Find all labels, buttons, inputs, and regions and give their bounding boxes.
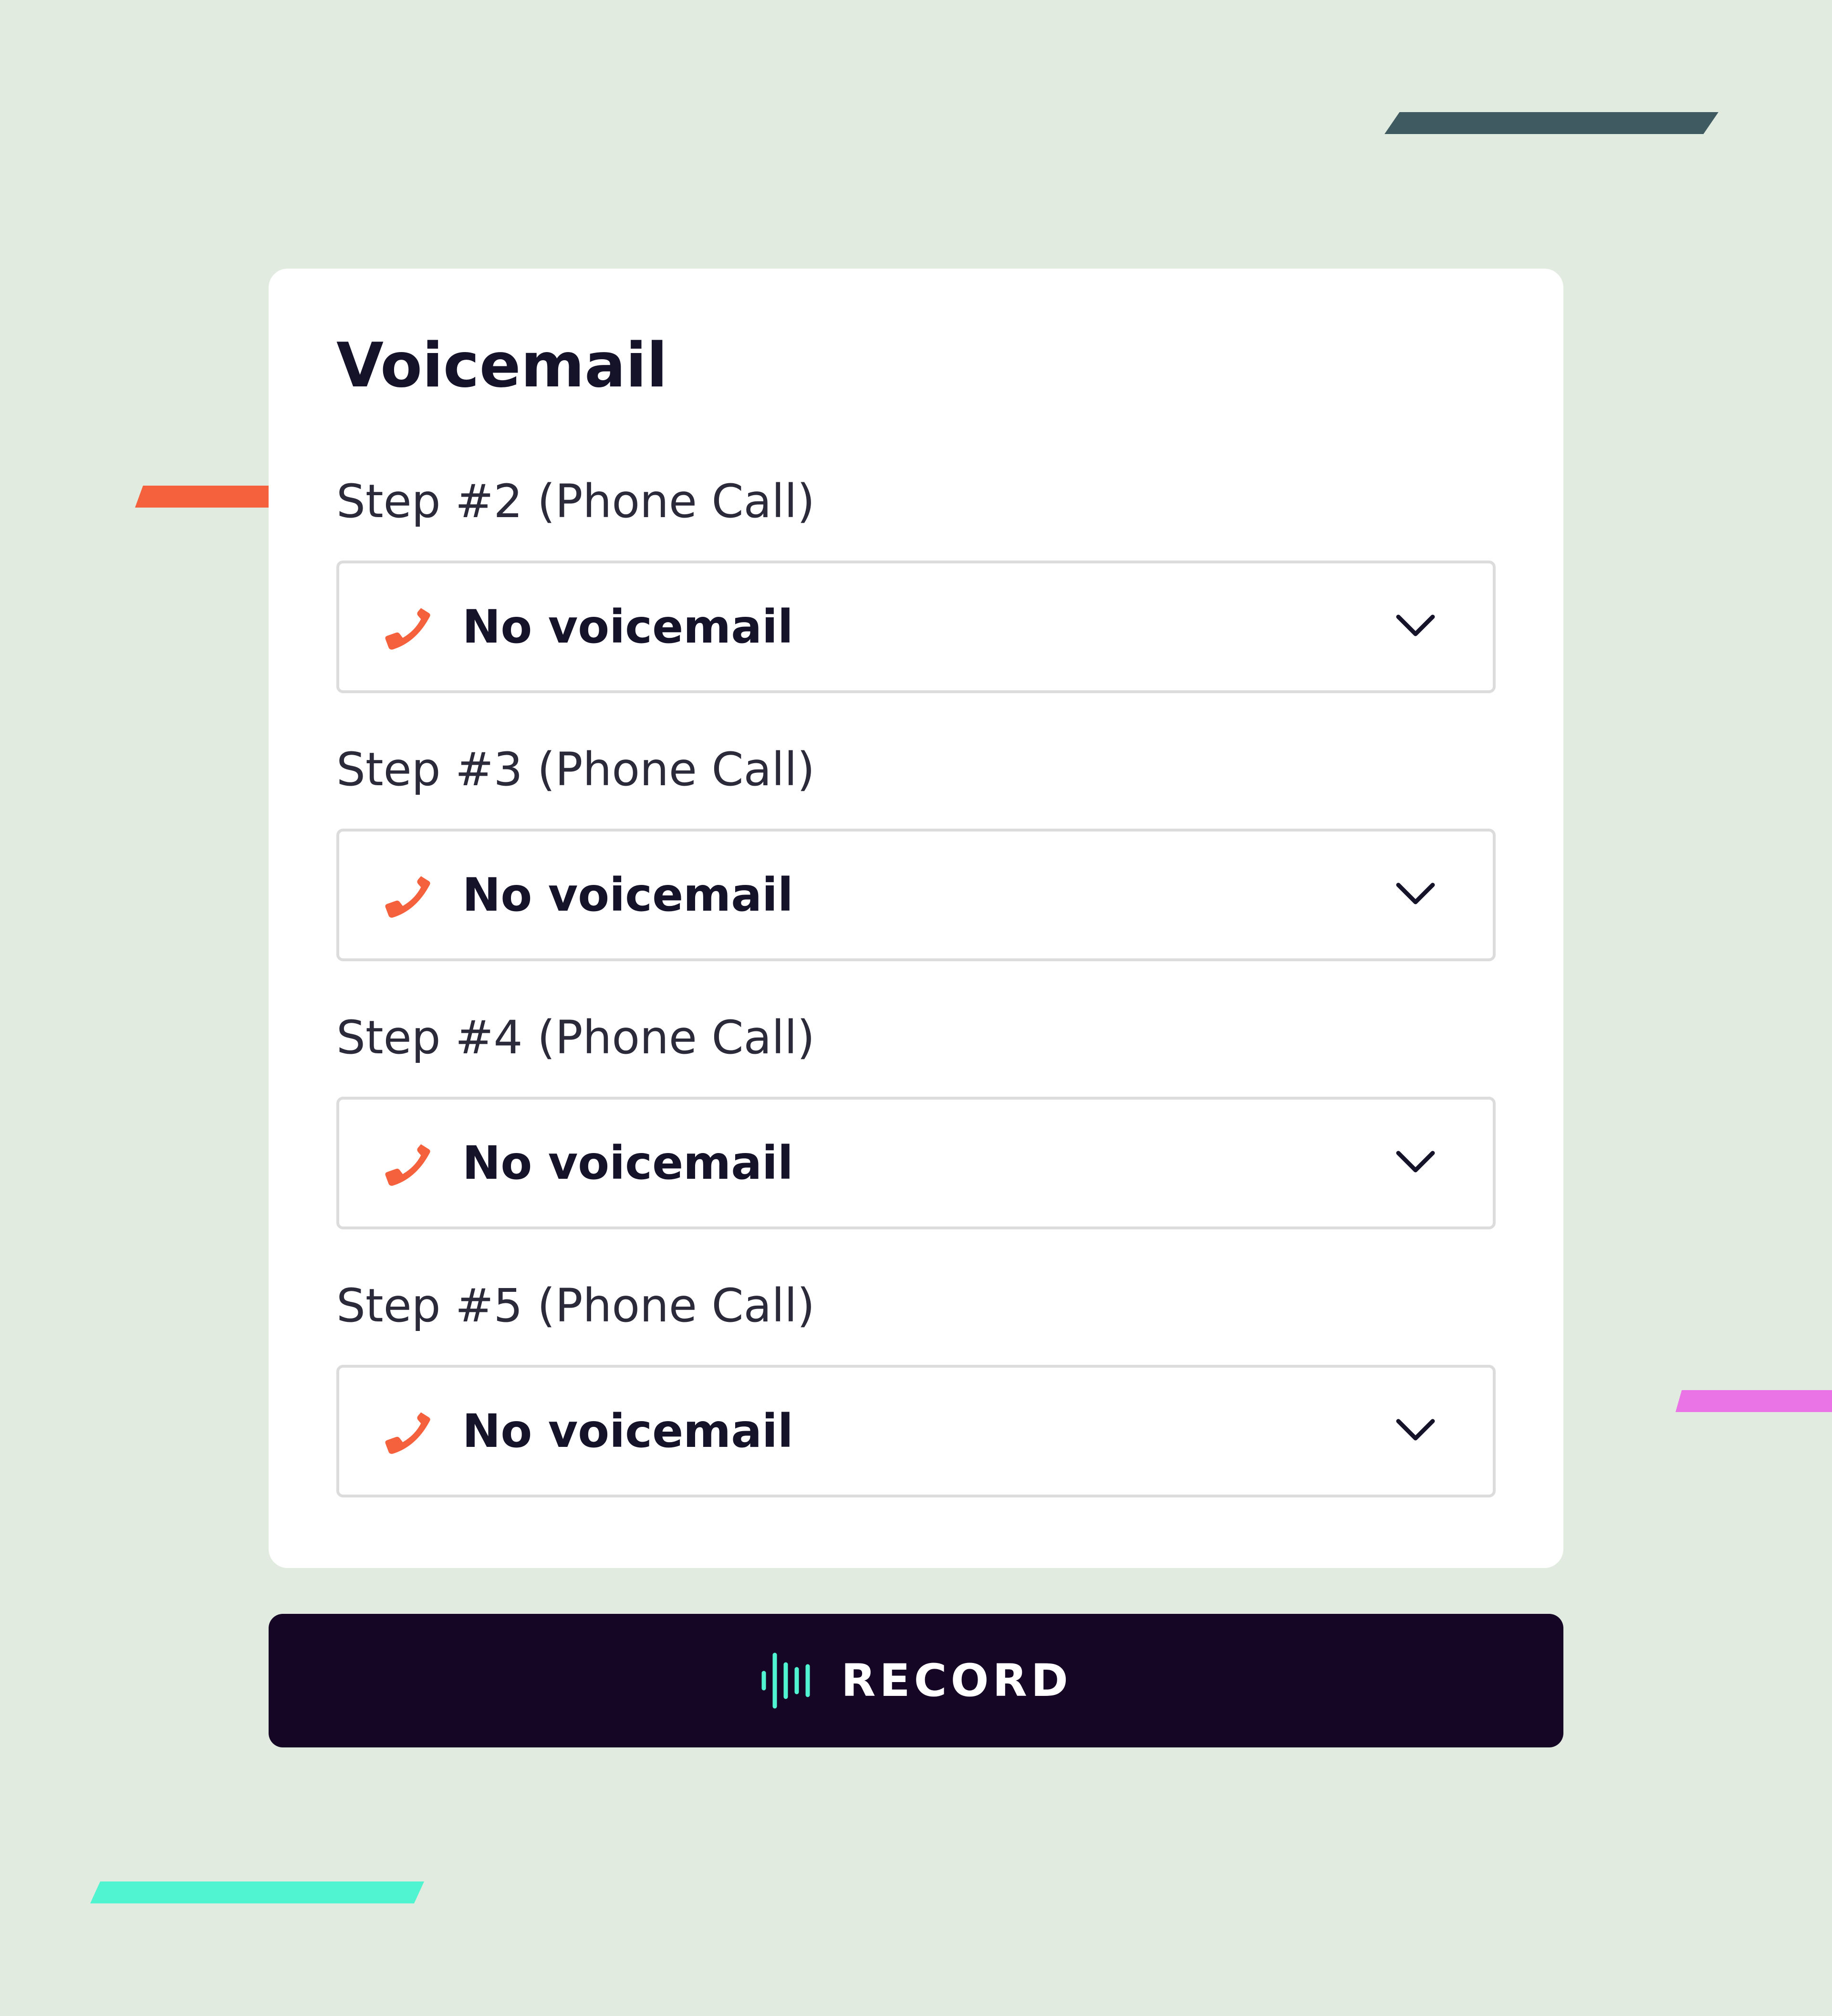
voicemail-card: Voicemail Step #2 (Phone Call) No voicem… [269,269,1563,1568]
step-label: Step #3 (Phone Call) [336,743,815,796]
phone-icon [385,1144,430,1186]
voicemail-select-step-5[interactable]: No voicemail [336,1365,1496,1497]
select-value: No voicemail [462,1136,793,1190]
voicemail-select-step-4[interactable]: No voicemail [336,1097,1496,1229]
record-button[interactable]: RECORD [269,1614,1563,1747]
sound-wave-icon [761,1652,810,1709]
chevron-down-icon [1396,614,1435,636]
voicemail-select-step-3[interactable]: No voicemail [336,829,1496,961]
chevron-down-icon [1396,883,1435,904]
step-label: Step #5 (Phone Call) [336,1279,815,1332]
decorative-stripe-teal [90,1881,424,1903]
chevron-down-icon [1396,1151,1435,1173]
phone-icon [385,608,430,650]
chevron-down-icon [1396,1419,1435,1441]
decorative-stripe-orange [135,486,269,508]
select-value: No voicemail [462,600,793,654]
step-label: Step #4 (Phone Call) [336,1011,815,1064]
select-value: No voicemail [462,868,793,922]
card-title: Voicemail [336,330,668,401]
decorative-stripe-pink [1676,1390,1832,1412]
phone-icon [385,1412,430,1454]
step-label: Step #2 (Phone Call) [336,475,815,528]
record-button-label: RECORD [841,1654,1072,1707]
select-value: No voicemail [462,1404,793,1458]
voicemail-select-step-2[interactable]: No voicemail [336,561,1496,693]
phone-icon [385,876,430,918]
decorative-stripe-dark [1384,112,1718,134]
